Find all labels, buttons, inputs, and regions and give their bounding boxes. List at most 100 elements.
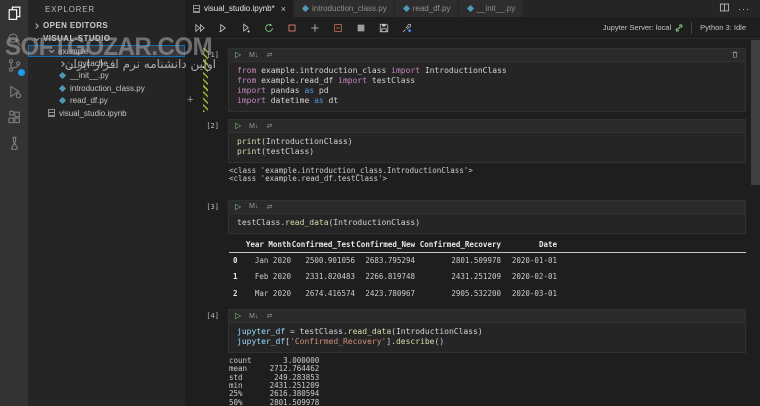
column-header-filler bbox=[557, 240, 746, 253]
close-icon[interactable]: × bbox=[281, 4, 286, 14]
switch-cell-icon[interactable]: ⇄ bbox=[267, 51, 273, 59]
to-markdown-icon[interactable]: M↓ bbox=[249, 52, 258, 59]
run-cell-icon[interactable]: ▷ bbox=[235, 312, 241, 320]
clear-outputs-icon[interactable] bbox=[332, 22, 344, 34]
editor-area: visual_studio.ipynb* × introduction_class.… bbox=[185, 0, 760, 406]
cell-input[interactable]: ▷ M↓ ⇄ jupyter_df = testClass.read_data(Int… bbox=[228, 309, 746, 353]
explorer-title: EXPLORER bbox=[28, 0, 185, 19]
tree-item--pycache-[interactable]: __pycache__ bbox=[28, 57, 185, 69]
python-icon bbox=[403, 5, 410, 12]
search-icon[interactable] bbox=[0, 26, 28, 52]
notebook-cell: [3]▷M↓⇄testClass.read_data(IntroductionC… bbox=[185, 200, 746, 303]
modified-cell-indicator bbox=[203, 48, 208, 112]
chevron-down-icon bbox=[34, 35, 40, 41]
notebook-body: + [1]▷M↓⇄from example.introduction_class… bbox=[185, 40, 760, 406]
collapse-all-icon[interactable] bbox=[355, 22, 367, 34]
vertical-scrollbar[interactable] bbox=[751, 40, 760, 185]
run-cell-icon[interactable]: ▷ bbox=[235, 122, 241, 130]
column-header: Confirmed_Test bbox=[291, 240, 355, 253]
server-link-icon bbox=[675, 24, 683, 32]
cell-input[interactable]: ▷ M↓ ⇄ testClass.read_data(IntroductionClas… bbox=[228, 200, 746, 234]
tree-item-label: __pycache__ bbox=[69, 59, 117, 68]
section-label: VISUAL-STUDIO bbox=[43, 34, 110, 43]
section-open-editors[interactable]: OPEN EDITORS bbox=[28, 19, 185, 32]
python-kernel-label[interactable]: Python 3: Idle bbox=[700, 23, 746, 32]
kernel-status-bar: Jupyter Server: local Python 3: Idle bbox=[603, 22, 760, 34]
interrupt-kernel-icon[interactable] bbox=[286, 22, 298, 34]
tree-item-introduction-class-py[interactable]: introduction_class.py bbox=[28, 82, 185, 94]
column-header: Date bbox=[501, 240, 557, 253]
switch-cell-icon[interactable]: ⇄ bbox=[267, 203, 273, 211]
source-control-icon[interactable] bbox=[0, 52, 28, 78]
tab-label: introduction_class.py bbox=[312, 4, 387, 13]
run-cells-above-icon[interactable] bbox=[217, 22, 229, 34]
sidebar-explorer: EXPLORER OPEN EDITORS VISUAL-STUDIO exam… bbox=[28, 0, 185, 406]
cell-toolbar: ▷ M↓ ⇄ bbox=[229, 201, 745, 214]
tree-item-label: __init__.py bbox=[70, 71, 109, 80]
to-markdown-icon[interactable]: M↓ bbox=[249, 203, 258, 210]
add-cell-button[interactable]: + bbox=[187, 95, 193, 105]
jupyter-server-label[interactable]: Jupyter Server: local bbox=[603, 23, 671, 32]
split-editor-icon[interactable] bbox=[719, 0, 730, 18]
cell-input[interactable]: ▷ M↓ ⇄ from example.introduction_class impo… bbox=[228, 48, 746, 112]
cell-code[interactable]: print(IntroductionClass)print(testClass) bbox=[229, 133, 745, 162]
extensions-icon[interactable] bbox=[0, 104, 28, 130]
notebook-cell: [1]▷M↓⇄from example.introduction_class i… bbox=[185, 48, 746, 112]
tree-item-read-df-py[interactable]: read_df.py bbox=[28, 95, 185, 107]
tree-item-example[interactable]: example bbox=[28, 45, 185, 57]
notebook-toolbar: Jupyter Server: local Python 3: Idle bbox=[185, 17, 760, 39]
to-markdown-icon[interactable]: M↓ bbox=[249, 123, 258, 130]
scm-changes-badge bbox=[17, 68, 26, 77]
execution-count: [2] bbox=[185, 119, 228, 193]
table-row: 0Jan 20202500.9010562683.7952942801.5099… bbox=[229, 252, 746, 269]
tab--init-py[interactable]: __init__.py bbox=[459, 0, 524, 17]
switch-cell-icon[interactable]: ⇄ bbox=[267, 122, 273, 130]
tab-label: __init__.py bbox=[477, 4, 516, 13]
tab-visual-studio-ipynb-[interactable]: visual_studio.ipynb* × bbox=[185, 0, 294, 17]
more-actions-icon[interactable]: ··· bbox=[738, 4, 750, 14]
python-file-icon bbox=[59, 97, 66, 104]
notebook-file-icon bbox=[48, 109, 55, 117]
tree-item-label: example bbox=[58, 47, 88, 56]
connect-server-icon[interactable] bbox=[401, 22, 413, 34]
to-markdown-icon[interactable]: M↓ bbox=[249, 313, 258, 320]
chevron-right-icon bbox=[33, 23, 39, 29]
tab-label: visual_studio.ipynb* bbox=[204, 4, 275, 13]
table-row: 2Mar 20202674.4165742423.7809672905.5322… bbox=[229, 286, 746, 303]
notebook-icon bbox=[193, 5, 200, 13]
insert-cell-icon[interactable] bbox=[309, 22, 321, 34]
files-icon[interactable] bbox=[0, 0, 28, 26]
section-workspace-root[interactable]: VISUAL-STUDIO bbox=[28, 32, 185, 45]
cell-code[interactable]: jupyter_df = testClass.read_data(Introdu… bbox=[229, 323, 745, 352]
tree-item-label: read_df.py bbox=[70, 96, 108, 105]
tab-read-df-py[interactable]: read_df.py bbox=[395, 0, 459, 17]
cell-code[interactable]: testClass.read_data(IntroductionClass) bbox=[229, 214, 745, 233]
output-text: count 3.000000 mean 2712.764462 std 249.… bbox=[229, 357, 746, 406]
tab-introduction-class-py[interactable]: introduction_class.py bbox=[294, 0, 395, 17]
section-label: OPEN EDITORS bbox=[43, 21, 108, 30]
tree-item-visual-studio-ipynb[interactable]: visual_studio.ipynb bbox=[28, 107, 185, 119]
restart-kernel-icon[interactable] bbox=[263, 22, 275, 34]
divider bbox=[691, 22, 692, 34]
test-beaker-icon[interactable] bbox=[0, 130, 28, 156]
column-header bbox=[229, 240, 243, 253]
tab-label: read_df.py bbox=[413, 4, 451, 13]
cell-code[interactable]: from example.introduction_class import I… bbox=[229, 62, 745, 111]
run-cell-icon[interactable]: ▷ bbox=[235, 51, 241, 59]
tree-item--init-py[interactable]: __init__.py bbox=[28, 70, 185, 82]
output-text: <class 'example.introduction_class.Intro… bbox=[229, 167, 746, 184]
switch-cell-icon[interactable]: ⇄ bbox=[267, 312, 273, 320]
run-cell-and-below-icon[interactable] bbox=[240, 22, 252, 34]
delete-cell-icon[interactable] bbox=[731, 50, 739, 61]
notebook-cell: [4]▷M↓⇄jupyter_df = testClass.read_data(… bbox=[185, 309, 746, 406]
python-icon bbox=[466, 5, 473, 12]
run-cell-icon[interactable]: ▷ bbox=[235, 203, 241, 211]
cell-input[interactable]: ▷ M↓ ⇄ print(IntroductionClass)print(testCl… bbox=[228, 119, 746, 163]
run-debug-icon[interactable] bbox=[0, 78, 28, 104]
column-header: Confirmed_Recovery bbox=[415, 240, 501, 253]
tab-bar: visual_studio.ipynb* × introduction_class.… bbox=[185, 0, 760, 17]
tree-item-label: introduction_class.py bbox=[70, 84, 145, 93]
save-icon[interactable] bbox=[378, 22, 390, 34]
run-all-cells-icon[interactable] bbox=[194, 22, 206, 34]
python-file-icon bbox=[59, 72, 66, 79]
